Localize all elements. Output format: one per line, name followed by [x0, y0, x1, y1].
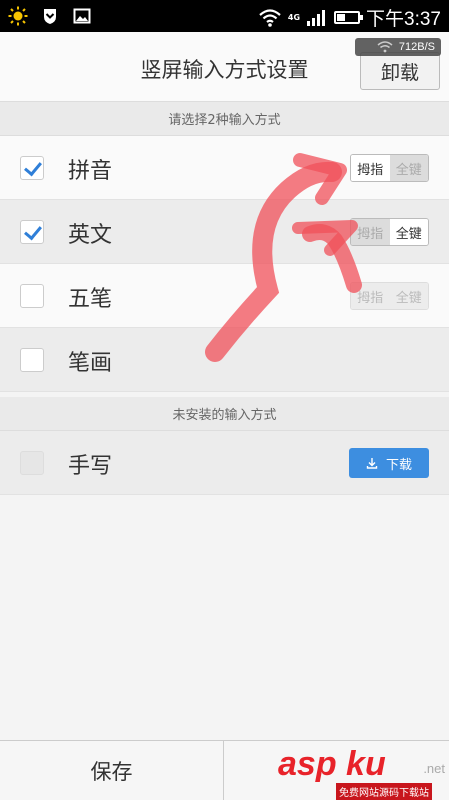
uninstall-button[interactable]: 卸载: [360, 52, 440, 90]
list-item-label: 笔画: [68, 351, 113, 376]
list-item-label: 英文: [68, 223, 113, 248]
wifi-icon: [259, 8, 281, 27]
list-item-pinyin: 拼音 拇指 全键: [0, 136, 449, 200]
checkbox-pinyin[interactable]: [20, 156, 44, 180]
list-item-english: 英文 拇指 全键: [0, 200, 449, 264]
watermark: asp ku .net 免费网站源码下载站: [278, 743, 449, 800]
option-thumb[interactable]: 拇指: [351, 155, 390, 181]
section-header-installed: 请选择2种输入方式: [0, 102, 449, 136]
section-header-uninstalled: 未安装的输入方式: [0, 397, 449, 431]
list-item-label: 拼音: [68, 159, 113, 184]
wifi-icon: [377, 41, 393, 53]
header: 竖屏输入方式设置 卸载 712B/S: [0, 32, 449, 102]
download-icon: [366, 458, 378, 469]
image-icon: [73, 8, 91, 24]
watermark-brand: asp ku: [278, 745, 386, 783]
bottom-bar: 保存 asp ku .net 免费网站源码下载站: [0, 740, 449, 800]
checkbox-handwriting: [20, 451, 44, 475]
list-item-wubi: 五笔 拇指 全键: [0, 264, 449, 328]
list-item-label: 手写: [68, 454, 113, 479]
option-full-keyboard[interactable]: 全键: [389, 155, 428, 181]
option-thumb[interactable]: 拇指: [351, 219, 390, 245]
option-full-keyboard: 全键: [389, 283, 428, 309]
network-speed-value: 712B/S: [398, 41, 435, 53]
signal-icon: [307, 9, 326, 26]
battery-icon: [334, 11, 364, 24]
status-bar: 4G 下午3:37: [0, 0, 449, 32]
clock: 下午3:37: [366, 9, 441, 30]
checkbox-english[interactable]: [20, 220, 44, 244]
save-button[interactable]: 保存: [0, 741, 224, 800]
checkbox-stroke[interactable]: [20, 348, 44, 372]
keyboard-mode-toggle-english: 拇指 全键: [350, 218, 429, 246]
network-speed-badge: 712B/S: [355, 38, 441, 56]
keyboard-mode-toggle-pinyin: 拇指 全键: [350, 154, 429, 182]
list-item-label: 五笔: [68, 287, 113, 312]
list-item-handwriting: 手写 下载: [0, 431, 449, 495]
list-item-stroke: 笔画: [0, 328, 449, 392]
option-thumb: 拇指: [351, 283, 390, 309]
watermark-domain: .net: [423, 761, 445, 776]
option-full-keyboard[interactable]: 全键: [389, 219, 428, 245]
download-label: 下载: [385, 457, 412, 473]
watermark-tagline: 免费网站源码下载站: [336, 783, 432, 800]
network-type-label: 4G: [287, 13, 301, 22]
shield-icon: [44, 9, 56, 24]
sun-icon: [8, 6, 28, 26]
checkbox-wubi[interactable]: [20, 284, 44, 308]
download-button[interactable]: 下载: [349, 448, 429, 478]
keyboard-mode-toggle-wubi: 拇指 全键: [350, 282, 429, 310]
